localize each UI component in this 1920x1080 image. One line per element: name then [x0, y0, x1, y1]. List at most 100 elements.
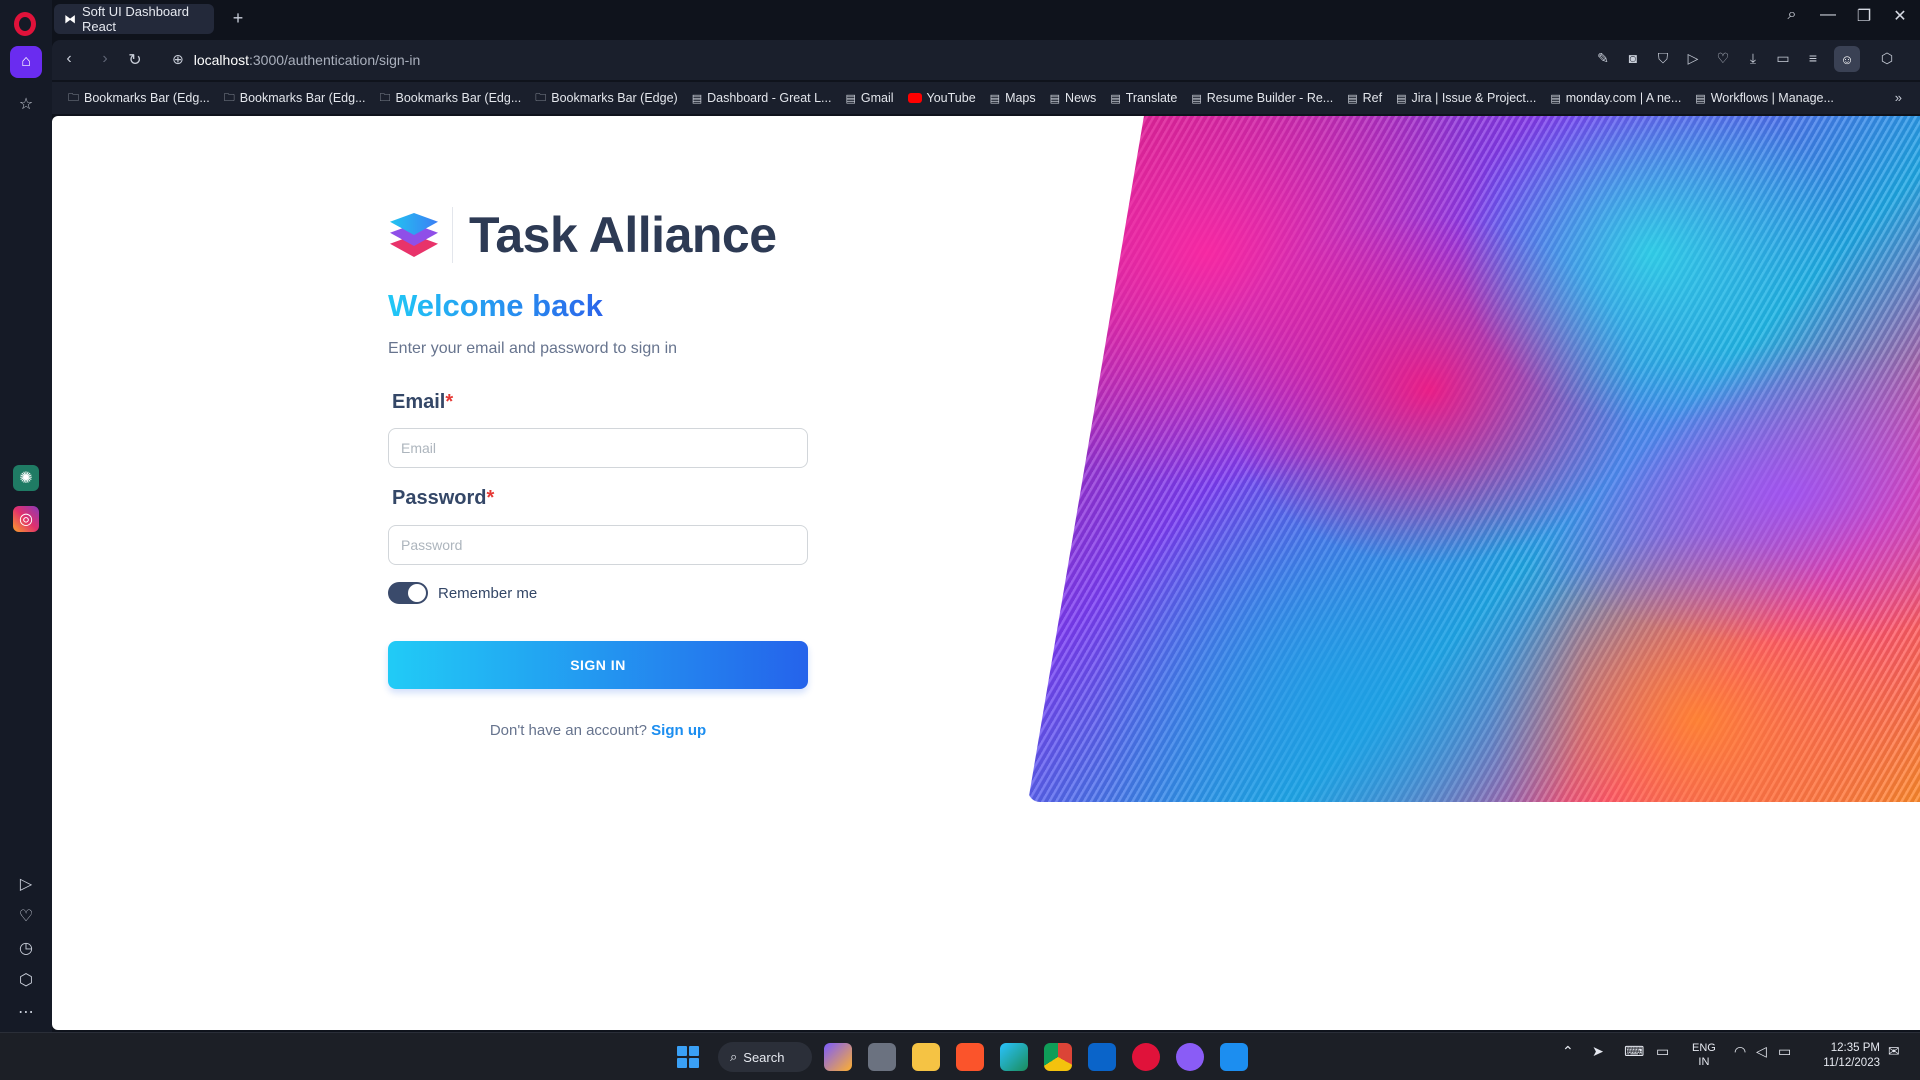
remember-me-toggle[interactable] [388, 582, 428, 604]
opera-icon[interactable] [1132, 1043, 1160, 1071]
language-indicator[interactable]: ENG IN [1692, 1041, 1716, 1069]
bookmark-item[interactable]: ▤ Dashboard - Great L... [692, 91, 832, 105]
welcome-heading: Welcome back [388, 288, 603, 323]
page-icon: ▤ [1110, 92, 1121, 105]
bookmark-item[interactable]: 🗀 Bookmarks Bar (Edg... [380, 89, 522, 108]
page-icon: ▤ [989, 92, 1001, 105]
page-icon: ▤ [1695, 92, 1706, 105]
bookmark-item[interactable]: ▤ Gmail [845, 91, 893, 105]
tray-overflow-icon[interactable]: ⌃ [1562, 1043, 1574, 1060]
camera-icon[interactable]: ◙ [1622, 50, 1644, 66]
bookmark-item[interactable]: ▤ monday.com | A ne... [1550, 91, 1681, 105]
bookmark-item[interactable]: ▤ News [1050, 91, 1097, 105]
task-view-icon[interactable] [868, 1043, 896, 1071]
star-icon[interactable]: ☆ [10, 88, 42, 120]
password-field[interactable] [388, 525, 808, 565]
bookmark-item[interactable]: 🗀 Bookmarks Bar (Edg... [224, 89, 366, 108]
notification-icon[interactable]: ✉ [1888, 1043, 1900, 1060]
sign-in-button[interactable]: SIGN IN [388, 641, 808, 689]
location-icon[interactable]: ➤ [1592, 1043, 1604, 1060]
heart-icon[interactable]: ♡ [10, 900, 42, 932]
url-field[interactable]: ⊕ localhost:3000/authentication/sign-in [172, 51, 420, 68]
extensions-icon[interactable]: ⬡ [1876, 50, 1898, 67]
bookmark-item[interactable]: ▤ Translate [1110, 91, 1177, 105]
page-icon: ▤ [1396, 92, 1407, 105]
tab-title: Soft UI Dashboard React [82, 4, 189, 34]
outlook-icon[interactable] [1088, 1043, 1116, 1071]
bookmark-label: Maps [1005, 91, 1036, 105]
bookmark-item[interactable]: 🗀 Bookmarks Bar (Edg... [68, 89, 210, 108]
page-icon: ▤ [1347, 92, 1358, 105]
restore-button[interactable]: ❐ [1850, 6, 1878, 26]
opera-logo-icon[interactable] [14, 12, 36, 36]
player-icon[interactable]: ▷ [10, 868, 42, 900]
remember-me-label: Remember me [438, 584, 538, 602]
taskbar: ⌕ Search ⌃ ➤ ⌨ ▭ ENG IN ◠ ◁ ▭ 12:35 PM 11… [0, 1032, 1920, 1080]
back-icon[interactable]: ‹ [58, 50, 80, 68]
clock[interactable]: 12:35 PM 11/12/2023 [1810, 1041, 1880, 1071]
minimize-button[interactable]: — [1814, 6, 1842, 24]
chatgpt-icon[interactable]: ✺ [13, 465, 39, 491]
email-field[interactable] [388, 428, 808, 468]
forward-icon[interactable]: › [94, 50, 116, 68]
wifi-icon[interactable]: ◠ [1734, 1043, 1746, 1060]
menu-icon[interactable]: ≡ [1802, 50, 1824, 66]
required-mark: * [486, 487, 495, 509]
bookmark-item[interactable]: ▤ Workflows | Manage... [1695, 91, 1834, 105]
reload-icon[interactable]: ↻ [124, 50, 146, 70]
tablet-icon[interactable]: ▭ [1656, 1043, 1669, 1060]
bookmark-item[interactable]: ▤ Jira | Issue & Project... [1396, 91, 1536, 105]
page-icon: ▤ [1550, 92, 1561, 105]
home-icon[interactable]: ⌂ [10, 46, 42, 78]
cube-icon[interactable]: ⬡ [10, 964, 42, 996]
send-icon[interactable]: ▷ [1682, 50, 1704, 67]
github-desktop-icon[interactable] [1176, 1043, 1204, 1071]
bookmark-label: Bookmarks Bar (Edg... [239, 91, 366, 105]
heart-icon[interactable]: ♡ [1712, 50, 1734, 67]
profile-icon[interactable]: ☺ [1834, 46, 1860, 72]
new-tab-button[interactable]: + [227, 8, 249, 30]
chrome-icon[interactable] [1044, 1043, 1072, 1071]
brand-name: Task Alliance [469, 207, 777, 263]
brave-icon[interactable] [956, 1043, 984, 1071]
edit-icon[interactable]: ✎ [1592, 50, 1614, 67]
page-content: Task Alliance Welcome back Enter your em… [52, 116, 1920, 1030]
close-button[interactable]: ✕ [1886, 6, 1914, 26]
bookmark-item[interactable]: 🗀 Bookmarks Bar (Edge) [535, 89, 677, 108]
bookmark-label: Dashboard - Great L... [707, 91, 832, 105]
history-icon[interactable]: ◷ [10, 932, 42, 964]
bookmarks-overflow-icon[interactable]: » [1895, 90, 1902, 105]
download-icon[interactable]: ⤓ [1742, 50, 1764, 67]
tab-active[interactable]: ⧓ Soft UI Dashboard React [54, 4, 214, 34]
volume-icon[interactable]: ◁ [1756, 1043, 1767, 1060]
copilot-icon[interactable] [824, 1043, 852, 1071]
windows-start-icon[interactable] [677, 1046, 699, 1068]
shield-icon[interactable]: ⛉ [1652, 50, 1674, 67]
instagram-icon[interactable]: ◎ [13, 506, 39, 532]
bookmark-item[interactable]: ▤ Maps [990, 91, 1036, 105]
bookmark-item[interactable]: ▤ Resume Builder - Re... [1191, 91, 1333, 105]
vscode-icon[interactable] [1220, 1043, 1248, 1071]
battery-icon[interactable]: ▭ [1778, 1043, 1791, 1060]
browser-search-icon[interactable]: ⌕ [1778, 6, 1806, 24]
signin-subtitle: Enter your email and password to sign in [388, 340, 678, 357]
page-icon: ▤ [845, 92, 856, 105]
bookmark-label: Jira | Issue & Project... [1411, 91, 1537, 105]
bookmark-label: Gmail [860, 91, 894, 105]
more-icon[interactable]: ⋯ [10, 996, 42, 1028]
signup-prompt: Don't have an account? [489, 722, 647, 739]
wallet-icon[interactable]: ▭ [1772, 50, 1794, 67]
bookmark-label: monday.com | A ne... [1565, 91, 1682, 105]
folder-icon: 🗀 [535, 91, 547, 104]
youtube-icon [907, 93, 922, 103]
file-explorer-icon[interactable] [912, 1043, 940, 1071]
edge-icon[interactable] [1000, 1043, 1028, 1071]
bookmark-item[interactable]: ▤ Ref [1347, 91, 1382, 105]
taskbar-search[interactable]: ⌕ Search [718, 1042, 812, 1072]
bookmark-item[interactable]: YouTube [907, 91, 976, 105]
sign-up-link[interactable]: Sign up [651, 722, 706, 739]
keyboard-icon[interactable]: ⌨ [1624, 1043, 1644, 1060]
bookmark-label: News [1065, 91, 1097, 105]
bookmark-label: Bookmarks Bar (Edge) [551, 91, 678, 105]
folder-icon: 🗀 [68, 91, 79, 104]
